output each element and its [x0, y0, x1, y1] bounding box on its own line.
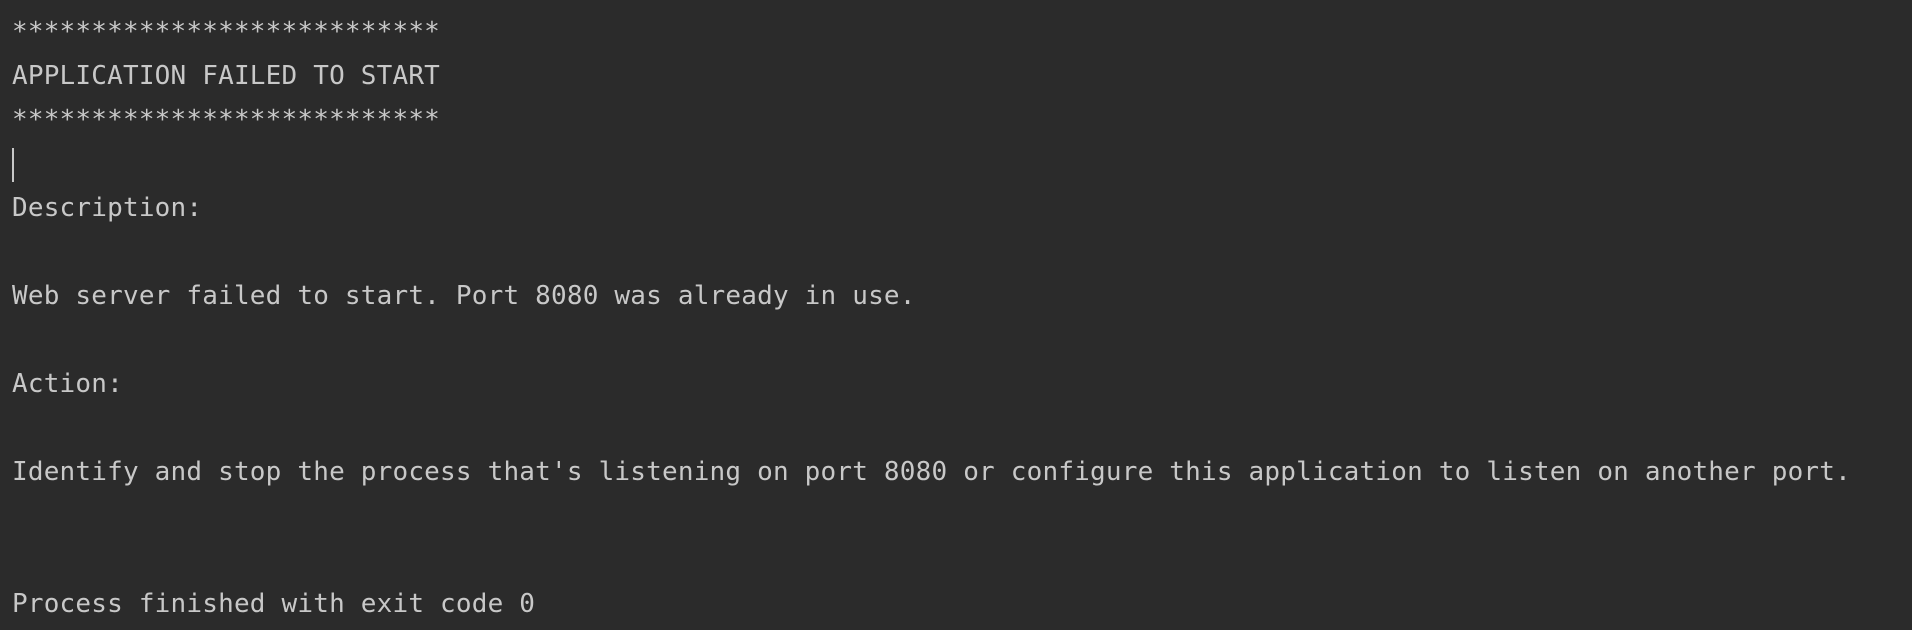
- console-action-label: Action:: [12, 369, 123, 399]
- console-description-label: Description:: [12, 193, 203, 223]
- console-stars-bottom: ***************************: [12, 105, 441, 135]
- console-error-header: APPLICATION FAILED TO START: [12, 61, 441, 91]
- console-cursor-line: [12, 142, 1900, 186]
- console-description-text: Web server failed to start. Port 8080 wa…: [12, 281, 916, 311]
- console-stars-top: ***************************: [12, 17, 441, 47]
- console-process-status: Process finished with exit code 0: [12, 589, 536, 619]
- text-cursor: [12, 147, 14, 182]
- console-action-text: Identify and stop the process that's lis…: [12, 457, 1851, 487]
- run-console-output[interactable]: *************************** APPLICATION …: [0, 0, 1912, 630]
